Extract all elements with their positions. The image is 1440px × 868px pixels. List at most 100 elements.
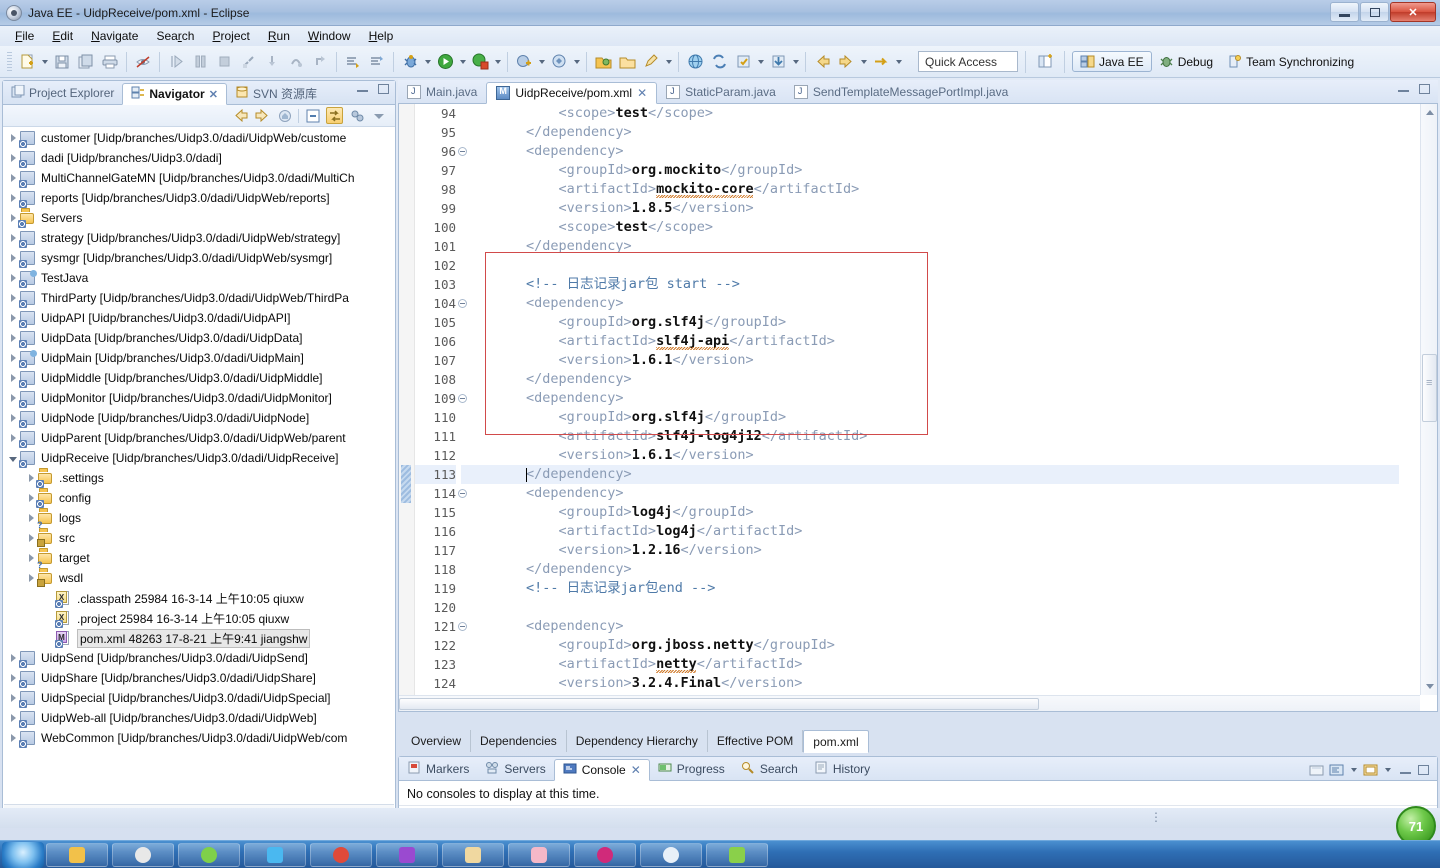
open-browser-icon[interactable]	[684, 51, 706, 73]
code-line[interactable]: <groupId>log4j</groupId>	[461, 503, 1399, 522]
expand-arrow-icon[interactable]	[6, 428, 20, 448]
tree-item[interactable]: sysmgr [Uidp/branches/Uidp3.0/dadi/UidpW…	[4, 248, 394, 268]
next-edit-icon[interactable]	[870, 51, 892, 73]
suspend-icon[interactable]	[189, 51, 211, 73]
expand-arrow-icon[interactable]	[6, 148, 20, 168]
expand-arrow-icon[interactable]	[6, 188, 20, 208]
commit-icon[interactable]	[732, 51, 754, 73]
menu-run[interactable]: Run	[259, 27, 299, 45]
code-line[interactable]	[461, 598, 1399, 617]
open-perspective-icon[interactable]	[1034, 51, 1056, 73]
code-line[interactable]: </dependency>	[461, 465, 1399, 484]
quick-access-input[interactable]: Quick Access	[918, 51, 1018, 72]
tree-item[interactable]: wsdl	[4, 568, 394, 588]
display-console-dropdown-icon[interactable]	[1348, 759, 1359, 781]
taskbar-item-4[interactable]	[244, 842, 306, 867]
expand-arrow-icon[interactable]	[6, 328, 20, 348]
tree-item[interactable]: strategy [Uidp/branches/Uidp3.0/dadi/Uid…	[4, 228, 394, 248]
expand-arrow-icon[interactable]	[6, 728, 20, 748]
form-tab-dependencies[interactable]: Dependencies	[471, 730, 567, 752]
new-java-class-dropdown-icon[interactable]	[536, 51, 547, 73]
close-button[interactable]: ✕	[1390, 2, 1436, 22]
code-line[interactable]: <scope>test</scope>	[461, 104, 1399, 123]
step-return-icon[interactable]	[309, 51, 331, 73]
menu-window[interactable]: Window	[299, 27, 360, 45]
perspective-java-ee[interactable]: Java EE	[1072, 51, 1152, 72]
taskbar-item-9[interactable]	[574, 842, 636, 867]
form-tab-pom-xml[interactable]: pom.xml	[803, 730, 869, 753]
save-icon[interactable]	[51, 51, 73, 73]
taskbar-item-8[interactable]	[508, 842, 570, 867]
editor-tab-uidpreceive-pom-xml[interactable]: UidpReceive/pom.xml ✕	[486, 82, 658, 104]
expand-arrow-icon[interactable]	[6, 368, 20, 388]
tree-item[interactable]: ThirdParty [Uidp/branches/Uidp3.0/dadi/U…	[4, 288, 394, 308]
new-wizard-icon[interactable]	[16, 51, 38, 73]
previous-annotation-icon[interactable]	[366, 51, 388, 73]
maximize-button[interactable]	[1360, 2, 1389, 22]
code-line[interactable]: <artifactId>netty</artifactId>	[461, 655, 1399, 674]
tree-item[interactable]: UidpData [Uidp/branches/Uidp3.0/dadi/Uid…	[4, 328, 394, 348]
forward-nav-icon[interactable]	[835, 51, 857, 73]
taskbar-item-6[interactable]	[376, 842, 438, 867]
expand-arrow-icon[interactable]	[6, 708, 20, 728]
open-type-dropdown-icon[interactable]	[571, 51, 582, 73]
resume-icon[interactable]	[165, 51, 187, 73]
next-edit-dropdown-icon[interactable]	[893, 51, 904, 73]
code-line[interactable]: <scope>test</scope>	[461, 218, 1399, 237]
menu-help[interactable]: Help	[360, 27, 403, 45]
step-over-icon[interactable]	[285, 51, 307, 73]
step-into-icon[interactable]	[261, 51, 283, 73]
update-dropdown-icon[interactable]	[790, 51, 801, 73]
navigator-tab-project-explorer[interactable]: Project Explorer	[3, 82, 122, 104]
open-folder-icon[interactable]	[616, 51, 638, 73]
code-line[interactable]: <version>1.8.5</version>	[461, 199, 1399, 218]
tree-item[interactable]: TestJava	[4, 268, 394, 288]
home-icon[interactable]	[276, 107, 293, 124]
back-nav-icon[interactable]	[811, 51, 833, 73]
expand-arrow-icon[interactable]	[6, 688, 20, 708]
clear-console-icon[interactable]	[1308, 762, 1325, 779]
code-line[interactable]: </dependency>	[461, 123, 1399, 142]
scroll-up-icon[interactable]	[1421, 104, 1437, 121]
taskbar-item-3[interactable]	[178, 842, 240, 867]
vertical-scrollbar-thumb[interactable]	[1422, 354, 1437, 422]
tree-item[interactable]: config	[4, 488, 394, 508]
code-line[interactable]: <!-- 日志记录jar包 start -->	[461, 275, 1399, 294]
toggle-annotations-icon[interactable]	[132, 51, 154, 73]
navigator-tab-navigator[interactable]: Navigator ✕	[122, 83, 227, 105]
console-minimize-icon[interactable]	[1400, 766, 1411, 774]
taskbar-item-7[interactable]	[442, 842, 504, 867]
tree-item[interactable]: UidpNode [Uidp/branches/Uidp3.0/dadi/Uid…	[4, 408, 394, 428]
code-line[interactable]: <version>1.6.1</version>	[461, 446, 1399, 465]
tree-item[interactable]: reports [Uidp/branches/Uidp3.0/dadi/Uidp…	[4, 188, 394, 208]
code-line[interactable]: <artifactId>slf4j-api</artifactId>	[461, 332, 1399, 351]
taskbar-item-2[interactable]	[112, 842, 174, 867]
navigator-tab-svn-资源库[interactable]: SVN 资源库	[227, 82, 325, 104]
console-tab-history[interactable]: History	[806, 758, 878, 780]
xml-source-editor[interactable]: 94 95 96 97 98 99 100 101 102 103 104 105 106 107 108 1…	[398, 104, 1438, 712]
synchronize-icon[interactable]	[708, 51, 730, 73]
editor-vertical-scrollbar[interactable]	[1420, 104, 1437, 695]
tree-item[interactable]: .settings	[4, 468, 394, 488]
form-tab-effective-pom[interactable]: Effective POM	[708, 730, 804, 752]
tree-item[interactable]: UidpParent [Uidp/branches/Uidp3.0/dadi/U…	[4, 428, 394, 448]
code-line[interactable]: <artifactId>log4j</artifactId>	[461, 522, 1399, 541]
tree-item[interactable]: UidpAPI [Uidp/branches/Uidp3.0/dadi/Uidp…	[4, 308, 394, 328]
tree-item[interactable]: dadi [Uidp/branches/Uidp3.0/dadi]	[4, 148, 394, 168]
code-line[interactable]: <dependency>	[461, 389, 1399, 408]
code-line[interactable]: <groupId>org.slf4j</groupId>	[461, 313, 1399, 332]
forward-nav-dropdown-icon[interactable]	[858, 51, 869, 73]
tree-item[interactable]: MultiChannelGateMN [Uidp/branches/Uidp3.…	[4, 168, 394, 188]
menu-project[interactable]: Project	[203, 27, 258, 45]
run-dropdown-icon[interactable]	[457, 51, 468, 73]
code-line[interactable]: <version>3.2.4.Final</version>	[461, 674, 1399, 693]
menu-edit[interactable]: Edit	[43, 27, 82, 45]
start-button[interactable]	[2, 841, 44, 868]
code-line[interactable]: <version>1.6.1</version>	[461, 351, 1399, 370]
tree-item[interactable]: UidpMonitor [Uidp/branches/Uidp3.0/dadi/…	[4, 388, 394, 408]
menu-navigate[interactable]: Navigate	[82, 27, 147, 45]
editor-minimize-icon[interactable]	[1398, 84, 1409, 92]
taskbar-item-1[interactable]	[46, 842, 108, 867]
code-line[interactable]: <!-- 日志记录jar包end -->	[461, 579, 1399, 598]
editor-maximize-icon[interactable]	[1419, 84, 1430, 94]
